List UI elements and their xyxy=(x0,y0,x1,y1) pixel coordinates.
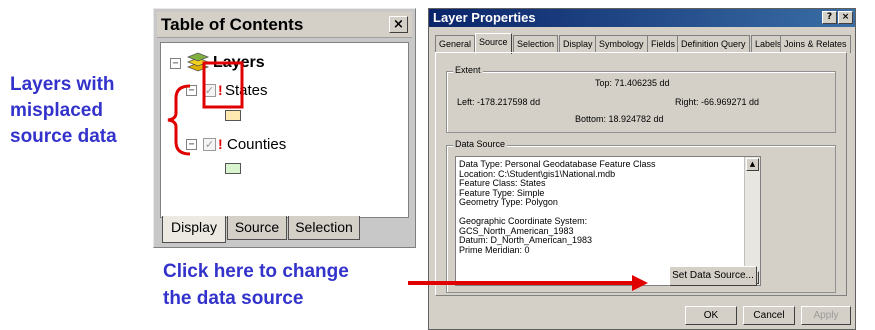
data-source-group: Data Source Data Type: Personal Geodatab… xyxy=(446,139,836,293)
tab-selection[interactable]: Selection xyxy=(288,216,360,240)
toc-title: Table of Contents xyxy=(161,15,304,34)
data-source-line: Geometry Type: Polygon xyxy=(459,197,558,207)
collapse-icon[interactable]: − xyxy=(186,85,197,96)
data-source-line: Prime Meridian: 0 xyxy=(459,244,530,255)
toc-layer-tree: − Layers − ✓ ! States − ✓ ! Counties xyxy=(160,42,409,218)
close-icon[interactable]: × xyxy=(389,16,408,33)
extent-left: Left: -178.217598 dd xyxy=(457,97,541,107)
close-icon[interactable]: × xyxy=(838,11,853,24)
scroll-up-icon[interactable]: ▲ xyxy=(746,158,759,171)
dialog-title: Layer Properties xyxy=(433,10,536,25)
states-symbol-swatch[interactable] xyxy=(225,110,241,121)
collapse-icon[interactable]: − xyxy=(186,139,197,150)
annotation-set-data-source: Click here to change the data source xyxy=(163,258,423,312)
layer-name-states[interactable]: States xyxy=(225,82,268,99)
table-of-contents-window: Table of Contents × − Layers − ✓ ! State… xyxy=(153,8,416,248)
extent-group-label: Extent xyxy=(453,65,483,75)
annotation-line: Layers with xyxy=(10,74,115,95)
extent-bottom: Bottom: 18.924782 dd xyxy=(575,114,664,124)
tab-selection[interactable]: Selection xyxy=(513,35,559,53)
extent-top: Top: 71.406235 dd xyxy=(595,78,670,88)
toc-titlebar: Table of Contents × xyxy=(157,12,412,38)
data-source-group-label: Data Source xyxy=(453,139,508,149)
annotation-line: misplaced xyxy=(10,100,103,121)
tab-definition-query[interactable]: Definition Query xyxy=(677,35,750,53)
ok-button[interactable]: OK xyxy=(685,306,737,325)
layer-checkbox-states[interactable]: ✓ xyxy=(203,84,216,97)
collapse-icon[interactable]: − xyxy=(170,58,181,69)
tab-source[interactable]: Source xyxy=(227,216,287,240)
source-tab-panel: Extent Top: 71.406235 dd Left: -178.2175… xyxy=(435,52,847,296)
data-source-text: Data Type: Personal Geodatabase Feature … xyxy=(459,159,741,255)
counties-symbol-swatch[interactable] xyxy=(225,163,241,174)
layer-name-counties[interactable]: Counties xyxy=(227,136,286,153)
help-icon[interactable]: ? xyxy=(822,11,837,24)
broken-source-warning-icon: ! xyxy=(218,82,223,98)
annotation-line: the data source xyxy=(163,288,304,309)
layers-root-label[interactable]: Layers xyxy=(213,54,265,72)
set-data-source-button[interactable]: Set Data Source... xyxy=(669,266,757,286)
annotation-misplaced-layers: Layers with misplaced source data xyxy=(10,72,150,150)
tab-joins-relates[interactable]: Joins & Relates xyxy=(780,35,851,53)
tab-fields[interactable]: Fields xyxy=(647,35,680,53)
tab-display[interactable]: Display xyxy=(162,216,226,243)
dialog-titlebar: Layer Properties ? × xyxy=(429,9,855,27)
cancel-button[interactable]: Cancel xyxy=(743,306,795,325)
layer-checkbox-counties[interactable]: ✓ xyxy=(203,138,216,151)
extent-right: Right: -66.969271 dd xyxy=(675,97,760,107)
extent-group: Extent Top: 71.406235 dd Left: -178.2175… xyxy=(446,65,836,133)
apply-button[interactable]: Apply xyxy=(801,306,851,325)
tab-symbology[interactable]: Symbology xyxy=(595,35,648,53)
annotation-line: source data xyxy=(10,126,117,147)
layer-properties-dialog: Layer Properties ? × General Source Sele… xyxy=(428,8,856,330)
tab-general[interactable]: General xyxy=(435,35,476,53)
broken-source-warning-icon: ! xyxy=(218,136,223,152)
annotation-line: Click here to change xyxy=(163,261,349,282)
tab-source[interactable]: Source xyxy=(475,33,512,54)
layers-stack-icon xyxy=(186,52,210,72)
tab-display[interactable]: Display xyxy=(559,35,597,53)
